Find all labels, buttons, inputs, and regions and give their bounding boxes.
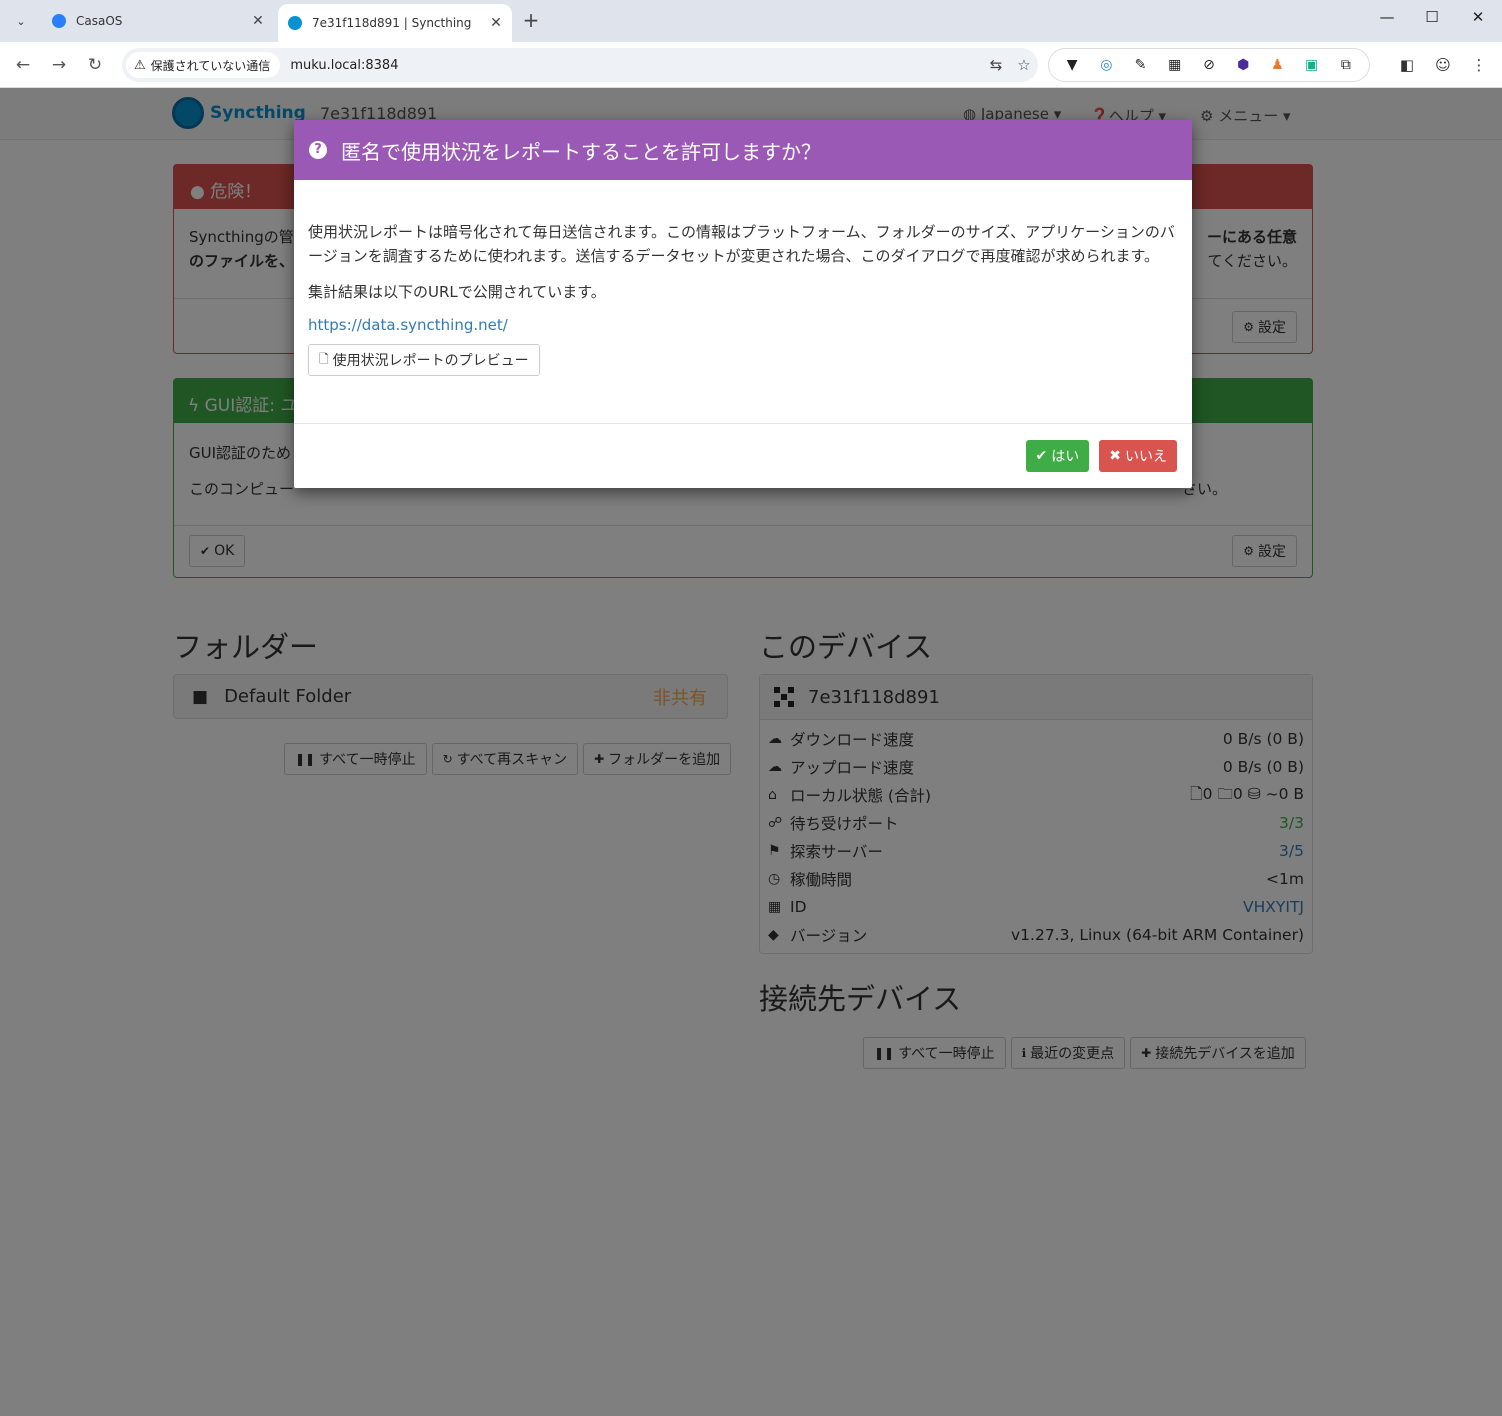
maximize-icon[interactable]: ☐ [1417,8,1447,26]
browser-tab-syncthing[interactable]: 7e31f118d891 | Syncthing ✕ [278,4,512,42]
security-chip[interactable]: ⚠ 保護されていない通信 [126,52,281,78]
check-icon: ✔ [1035,448,1048,464]
address-bar[interactable]: ⚠ 保護されていない通信 muku.local:8384 ⇆ ☆ [122,48,1038,82]
extension-block-icon[interactable]: ⊘ [1198,54,1220,76]
usage-report-modal: ? 匿名で使用状況をレポートすることを許可しますか？ 使用状況レポートは暗号化さ… [294,120,1192,488]
usage-data-link[interactable]: https://data.syncthing.net/ [308,316,1178,334]
modal-paragraph-1: 使用状況レポートは暗号化されて毎日送信されます。この情報はプラットフォーム、フォ… [308,223,1175,265]
tab-title: CasaOS [76,14,123,28]
extension-square-icon[interactable]: ▣ [1301,54,1323,76]
syncthing-favicon-icon [288,16,302,30]
extension-v-icon[interactable]: ▼ [1061,54,1083,76]
minimize-icon[interactable]: — [1372,8,1402,26]
profile-avatar[interactable]: ☺ [1430,52,1456,78]
modal-paragraph-2: 集計結果は以下のURLで公開されています。 [308,283,606,301]
security-label: 保護されていない通信 [150,58,271,73]
tab-close-icon[interactable]: ✕ [486,15,506,31]
extension-badge-icon[interactable]: ⬢ [1232,54,1254,76]
forward-icon[interactable]: → [46,52,72,78]
new-tab-icon[interactable]: + [520,10,542,32]
yes-label: はい [1051,449,1080,465]
preview-report-button[interactable]: 🗋 使用状況レポートのプレビュー [308,344,540,376]
no-button[interactable]: ✖ いいえ [1099,440,1177,472]
extension-circle-icon[interactable]: ◎ [1095,54,1117,76]
extensions-area: ▼ ◎ ✎ ▦ ⊘ ⬢ ♟ ▣ ⧉ [1048,48,1370,82]
question-circle-icon: ? [309,141,327,159]
tab-close-icon[interactable]: ✕ [248,13,268,29]
file-icon: 🗋 [319,351,329,366]
casaos-favicon-icon [52,14,66,28]
tab-search-icon[interactable]: ⌄ [10,10,32,32]
modal-footer: ✔ はい ✖ いいえ [294,424,1192,488]
times-icon: ✖ [1109,448,1121,464]
extension-qr-icon[interactable]: ▦ [1164,54,1186,76]
back-icon[interactable]: ← [10,52,36,78]
side-panel-icon[interactable]: ◧ [1394,52,1420,78]
extension-chess-icon[interactable]: ♟ [1266,54,1288,76]
extension-eyedropper-icon[interactable]: ✎ [1130,54,1152,76]
no-label: いいえ [1125,449,1167,465]
yes-button[interactable]: ✔ はい [1025,440,1090,472]
modal-title: 匿名で使用状況をレポートすることを許可しますか？ [341,139,821,164]
browser-menu-icon[interactable]: ⋮ [1466,52,1492,78]
warning-icon: ⚠ [134,57,146,73]
preview-report-label: 使用状況レポートのプレビュー [332,353,529,369]
reload-icon[interactable]: ↻ [82,52,108,78]
bookmark-star-icon[interactable]: ☆ [1010,56,1038,74]
modal-body: 使用状況レポートは暗号化されて毎日送信されます。この情報はプラットフォーム、フォ… [294,180,1192,424]
translate-icon[interactable]: ⇆ [982,56,1010,74]
extensions-puzzle-icon[interactable]: ⧉ [1335,54,1357,76]
tab-title: 7e31f118d891 | Syncthing [312,16,472,30]
modal-header: ? 匿名で使用状況をレポートすることを許可しますか？ [294,120,1192,180]
browser-tab-strip: ⌄ CasaOS ✕ 7e31f118d891 | Syncthing ✕ + … [0,0,1502,42]
browser-toolbar: ← → ↻ ⚠ 保護されていない通信 muku.local:8384 ⇆ ☆ ▼… [0,42,1502,88]
window-close-icon[interactable]: ✕ [1463,8,1493,26]
url-text[interactable]: muku.local:8384 [290,58,982,73]
browser-tab-casaos[interactable]: CasaOS ✕ [42,6,274,36]
